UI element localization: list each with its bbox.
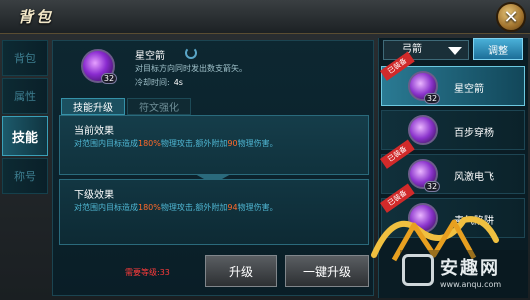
- skill-list-name: 星空箭: [454, 84, 484, 95]
- adjust-button[interactable]: 调整: [473, 38, 523, 60]
- tab-skill-upgrade[interactable]: 技能升级: [61, 98, 125, 115]
- skill-detail-panel: 32 星空箭 对目标方向同时发出数支箭矢。 冷却时间: 4s 技能升级 符文强化 …: [52, 40, 374, 296]
- watermark-name: 安趣网: [440, 258, 500, 279]
- left-tab-bar: 背包 属性 技能 称号: [2, 40, 50, 298]
- title-bar: 背包 ✕: [0, 0, 530, 34]
- tab-attributes[interactable]: 属性: [2, 78, 48, 114]
- watermark-logo-icon: [402, 254, 434, 286]
- watermark-url: www.anqu.com: [440, 280, 502, 289]
- tab-label: 属性: [14, 90, 36, 103]
- upgrade-button[interactable]: 升级: [205, 255, 277, 287]
- tab-rune-enhance[interactable]: 符文强化: [127, 98, 191, 115]
- tab-bag[interactable]: 背包: [2, 40, 48, 76]
- piercing-shot-skill-icon: [408, 115, 438, 145]
- sub-tab-bar: 技能升级 符文强化: [61, 98, 193, 115]
- current-effect-title: 当前效果: [74, 126, 114, 137]
- tab-label: 技能: [11, 130, 38, 146]
- weapon-filter-dropdown[interactable]: 弓箭: [383, 40, 469, 60]
- next-effect-title: 下级效果: [74, 190, 114, 201]
- tab-label: 称号: [14, 170, 36, 183]
- caret-down-icon: [448, 47, 462, 55]
- skill-list-name: 风激电飞: [454, 172, 494, 183]
- cooldown-label: 冷却时间:: [135, 78, 170, 87]
- tab-titles[interactable]: 称号: [2, 158, 48, 194]
- skill-cooldown: 冷却时间: 4s: [135, 77, 183, 88]
- watermark: 安趣网 www.anqu.com: [400, 250, 528, 298]
- skill-list-name: 百步穿杨: [454, 128, 494, 139]
- current-effect-text: 对范围内目标造成180%物理攻击,额外附加90物理伤害。: [74, 139, 278, 148]
- skill-name: 星空箭: [135, 51, 165, 62]
- close-icon: ✕: [503, 6, 519, 28]
- window-title: 背包: [18, 8, 55, 26]
- next-effect-text: 对范围内目标造成180%物理攻击,额外附加94物理伤害。: [74, 203, 278, 212]
- current-effect-panel: 当前效果 对范围内目标造成180%物理攻击,额外附加90物理伤害。: [59, 115, 369, 175]
- required-level-label: 需要等级:33: [125, 268, 170, 277]
- tab-skills[interactable]: 技能: [2, 116, 48, 156]
- close-button[interactable]: ✕: [496, 2, 526, 32]
- tab-label: 背包: [14, 52, 36, 65]
- next-effect-panel: 下级效果 对范围内目标造成180%物理攻击,额外附加94物理伤害。: [59, 179, 369, 245]
- skill-level-badge: 32: [424, 93, 440, 104]
- skill-header: 32 星空箭 对目标方向同时发出数支箭矢。 冷却时间: 4s: [53, 41, 373, 97]
- skill-level-badge: 32: [101, 73, 117, 84]
- upgrade-all-button[interactable]: 一键升级: [285, 255, 369, 287]
- loading-spinner-icon: [185, 47, 197, 59]
- cooldown-value: 4s: [173, 78, 183, 87]
- skill-description: 对目标方向同时发出数支箭矢。: [135, 64, 247, 73]
- skill-level-badge: 32: [424, 181, 440, 192]
- skill-list-item[interactable]: 32 星空箭 已装备: [380, 51, 525, 106]
